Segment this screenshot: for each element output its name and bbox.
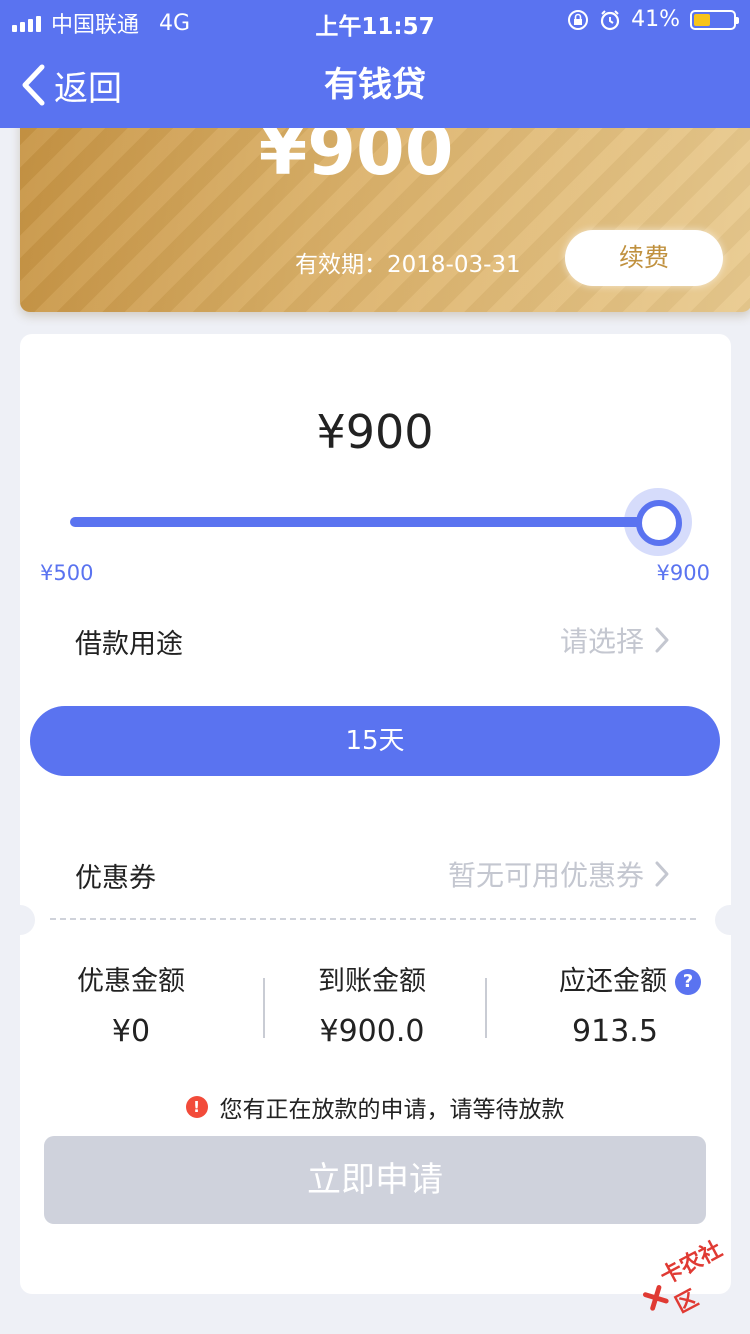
ticket-notch-left	[5, 905, 35, 935]
battery-icon	[690, 9, 739, 30]
chevron-right-icon	[655, 627, 669, 653]
battery-percent: 41%	[631, 7, 680, 32]
discount-value: ¥0	[111, 1014, 151, 1049]
discount-summary: 优惠金额 ¥0	[31, 962, 231, 1049]
status-right: 41%	[567, 7, 739, 32]
warning-icon: !	[185, 1096, 208, 1118]
dashed-divider	[50, 918, 696, 920]
repay-label-row: 应还金额 ?	[530, 962, 730, 1002]
received-value: ¥900.0	[319, 1014, 425, 1049]
discount-label: 优惠金额	[77, 966, 185, 997]
amount-slider-thumb[interactable]	[636, 500, 682, 546]
help-icon[interactable]: ?	[675, 969, 701, 995]
card-expiry: 有效期：2018-03-31	[295, 252, 521, 278]
received-summary: 到账金额 ¥900.0	[272, 962, 472, 1049]
purpose-label: 借款用途	[75, 629, 183, 660]
purpose-value: 请选择	[559, 625, 644, 658]
notice-row: ! 您有正在放款的申请，请等待放款	[0, 1090, 750, 1124]
amount-slider-track[interactable]	[70, 517, 660, 527]
chevron-right-icon	[655, 861, 669, 887]
summary-divider	[485, 978, 487, 1038]
alarm-icon	[600, 9, 620, 30]
slider-max-label: ¥900	[656, 561, 710, 585]
ticket-notch-right	[715, 905, 745, 935]
summary-divider	[263, 978, 265, 1038]
received-label: 到账金额	[318, 966, 426, 997]
status-bar: 中国联通 4G 上午11:57 41%	[0, 0, 750, 40]
battery-fill	[694, 13, 710, 26]
top-bar: 中国联通 4G 上午11:57 41% 返回 有钱贷	[0, 0, 750, 128]
coupon-label: 优惠券	[75, 863, 156, 894]
loan-amount: ¥900	[316, 405, 434, 459]
repay-value: 913.5	[572, 1014, 658, 1049]
repay-label: 应还金额	[559, 966, 667, 997]
page-title: 有钱贷	[324, 65, 426, 105]
slider-min-label: ¥500	[40, 561, 94, 585]
renew-button[interactable]: 续费	[565, 230, 723, 286]
coupon-select[interactable]: 暂无可用优惠券	[448, 854, 670, 894]
coupon-value: 暂无可用优惠券	[447, 859, 644, 892]
rotation-lock-icon	[568, 9, 589, 30]
notice-text: 您有正在放款的申请，请等待放款	[219, 1097, 565, 1123]
term-button[interactable]: 15天	[30, 706, 720, 776]
purpose-select[interactable]: 请选择	[560, 620, 670, 660]
repay-summary: 应还金额 ? 913.5	[530, 962, 730, 1049]
apply-button[interactable]: 立即申请	[44, 1136, 706, 1224]
